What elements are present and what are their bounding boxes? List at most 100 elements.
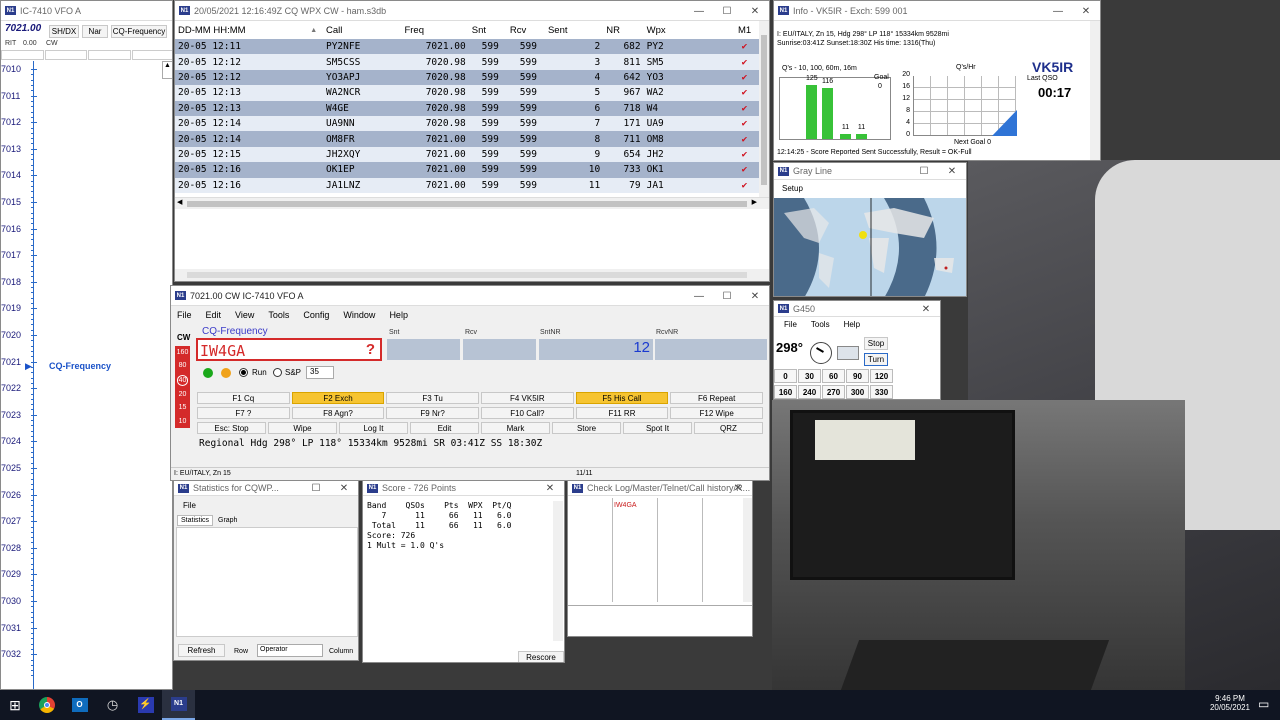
bandmap-freq-label[interactable]: 7029: [1, 569, 21, 579]
minimize-icon[interactable]: —: [685, 286, 713, 306]
rotor-menu-help[interactable]: Help: [844, 320, 860, 329]
band-button[interactable]: 160: [177, 348, 189, 357]
close-icon[interactable]: ✕: [1072, 1, 1100, 21]
windows-start-icon[interactable]: ⊞: [0, 690, 30, 720]
close-icon[interactable]: ✕: [330, 481, 358, 496]
fkey-button[interactable]: Edit: [410, 422, 479, 434]
chrome-icon[interactable]: [30, 697, 63, 713]
log-row[interactable]: 20-05 12:16 JA1LNZ 7021.00 599 599 11 79 JA1 ✔: [175, 177, 767, 193]
sp-radio[interactable]: [273, 368, 282, 377]
rcv-input[interactable]: [463, 339, 536, 360]
close-icon[interactable]: ✕: [912, 301, 940, 317]
menu-window[interactable]: Window: [343, 310, 375, 320]
bandmap-freq-label[interactable]: 7016: [1, 224, 21, 234]
log-row[interactable]: 20-05 12:14 OM8FR 7021.00 599 599 8 711 OM8 ✔: [175, 131, 767, 147]
col-freq[interactable]: Freq: [401, 21, 468, 39]
log-row[interactable]: 20-05 12:12 SM5CSS 7020.98 599 599 3 811 SM5 ✔: [175, 54, 767, 70]
rotor-turn-button[interactable]: Turn: [864, 353, 888, 366]
col-rcv[interactable]: Rcv: [507, 21, 545, 39]
log-vscrollbar[interactable]: [759, 21, 769, 197]
bandmap-freq-label[interactable]: 7017: [1, 250, 21, 260]
log-row[interactable]: 20-05 12:11 PY2NFE 7021.00 599 599 2 682 PY2 ✔: [175, 39, 767, 55]
rcvnr-input[interactable]: [655, 339, 767, 360]
wpm-spinner[interactable]: 35: [306, 366, 334, 379]
log-hscrollbar[interactable]: ◀ ▶: [175, 197, 769, 209]
col-nr[interactable]: NR: [603, 21, 643, 39]
maximize-icon[interactable]: ☐: [713, 1, 741, 21]
maximize-icon[interactable]: ☐: [713, 286, 741, 306]
bandmap-freq-label[interactable]: 7021: [1, 357, 21, 367]
rotor-preset-button[interactable]: 90: [846, 369, 869, 383]
band-button[interactable]: 40: [176, 374, 189, 386]
rotor-preset-button[interactable]: 120: [870, 369, 893, 383]
shdx-button[interactable]: SH/DX: [49, 25, 79, 38]
grayline-setup[interactable]: Setup: [782, 184, 803, 193]
log-row[interactable]: 20-05 12:13 WA2NCR 7020.98 599 599 5 967 WA2 ✔: [175, 85, 767, 101]
app-icon[interactable]: ⚡: [129, 697, 162, 713]
fkey-button[interactable]: F1 Cq: [197, 392, 290, 404]
fkey-button[interactable]: F10 Call?: [481, 407, 574, 419]
nar-button[interactable]: Nar: [82, 25, 108, 38]
col-wpx[interactable]: Wpx: [644, 21, 722, 39]
rotor-menu-tools[interactable]: Tools: [811, 320, 830, 329]
filter-cell[interactable]: [88, 50, 131, 60]
bandmap-freq-label[interactable]: 7027: [1, 516, 21, 526]
fkey-button[interactable]: Log It: [339, 422, 408, 434]
score-scrollbar[interactable]: [553, 501, 563, 641]
bandmap-freq-label[interactable]: 7015: [1, 197, 21, 207]
scroll-left-icon[interactable]: ◀: [177, 198, 182, 206]
info-vscrollbar[interactable]: [1090, 21, 1100, 160]
col-snt[interactable]: Snt: [469, 21, 507, 39]
fkey-button[interactable]: F5 His Call: [575, 392, 669, 404]
bandmap-freq-label[interactable]: 7018: [1, 277, 21, 287]
rotor-stop-button[interactable]: Stop: [864, 337, 888, 350]
menu-config[interactable]: Config: [303, 310, 329, 320]
log-row[interactable]: 20-05 12:13 W4GE 7020.98 599 599 6 718 W4 ✔: [175, 100, 767, 116]
minimize-icon[interactable]: —: [685, 1, 713, 21]
n1mm-taskbar-icon[interactable]: N1: [162, 690, 195, 720]
log-row[interactable]: 20-05 12:15 JH2XQY 7021.00 599 599 9 654 JH2 ✔: [175, 146, 767, 163]
snt-input[interactable]: [387, 339, 460, 360]
clock-app-icon[interactable]: ◷: [96, 697, 129, 713]
scroll-right-icon[interactable]: ▶: [752, 198, 757, 206]
notification-icon[interactable]: ▭: [1258, 697, 1269, 711]
menu-help[interactable]: Help: [389, 310, 408, 320]
fkey-button[interactable]: Spot It: [623, 422, 692, 434]
outlook-icon[interactable]: O: [63, 698, 96, 712]
rotor-entry[interactable]: [837, 346, 859, 360]
log-row[interactable]: 20-05 12:12 YO3APJ 7020.98 599 599 4 642 YO3 ✔: [175, 69, 767, 86]
stats-tab-statistics[interactable]: Statistics: [177, 515, 214, 526]
log-bottom-scrollbar[interactable]: [175, 269, 769, 281]
rescore-button[interactable]: Rescore: [518, 651, 564, 662]
checklog-scrollbar[interactable]: [743, 498, 752, 602]
bandmap-freq-label[interactable]: 7014: [1, 170, 21, 180]
band-button[interactable]: 20: [179, 390, 187, 399]
bandmap-freq-label[interactable]: 7024: [1, 436, 21, 446]
bandmap-freq-label[interactable]: 7012: [1, 117, 21, 127]
bandmap-freq-label[interactable]: 7020: [1, 330, 21, 340]
close-icon[interactable]: ✕: [741, 286, 769, 306]
bandmap-freq-label[interactable]: 7011: [1, 91, 20, 101]
minimize-icon[interactable]: —: [1044, 1, 1072, 21]
menu-tools[interactable]: Tools: [268, 310, 289, 320]
stats-tab-graph[interactable]: Graph: [215, 516, 240, 525]
bandmap-freq-label[interactable]: 7019: [1, 303, 21, 313]
filter-cell[interactable]: [131, 50, 172, 60]
sntnr-input[interactable]: 12: [539, 339, 653, 360]
col-sent[interactable]: Sent: [545, 21, 603, 39]
call-input[interactable]: IW4GA ?: [196, 338, 382, 361]
close-icon[interactable]: ✕: [536, 481, 564, 496]
fkey-button[interactable]: F9 Nr?: [386, 407, 479, 419]
checklog-entry[interactable]: IW4GA: [614, 502, 637, 509]
rotor-menu-file[interactable]: File: [784, 320, 797, 329]
fkey-button[interactable]: F3 Tu: [386, 392, 479, 404]
fkey-button[interactable]: F11 RR: [575, 407, 669, 419]
menu-edit[interactable]: Edit: [206, 310, 222, 320]
rotor-preset-button[interactable]: 0: [774, 369, 797, 383]
close-icon[interactable]: ✕: [724, 481, 752, 496]
rotor-preset-button[interactable]: 270: [822, 385, 845, 399]
col-call[interactable]: Call: [323, 21, 401, 39]
fkey-button[interactable]: F4 VK5IR: [481, 392, 574, 404]
fkey-button[interactable]: QRZ: [694, 422, 763, 434]
fkey-button[interactable]: Esc: Stop: [197, 422, 266, 434]
